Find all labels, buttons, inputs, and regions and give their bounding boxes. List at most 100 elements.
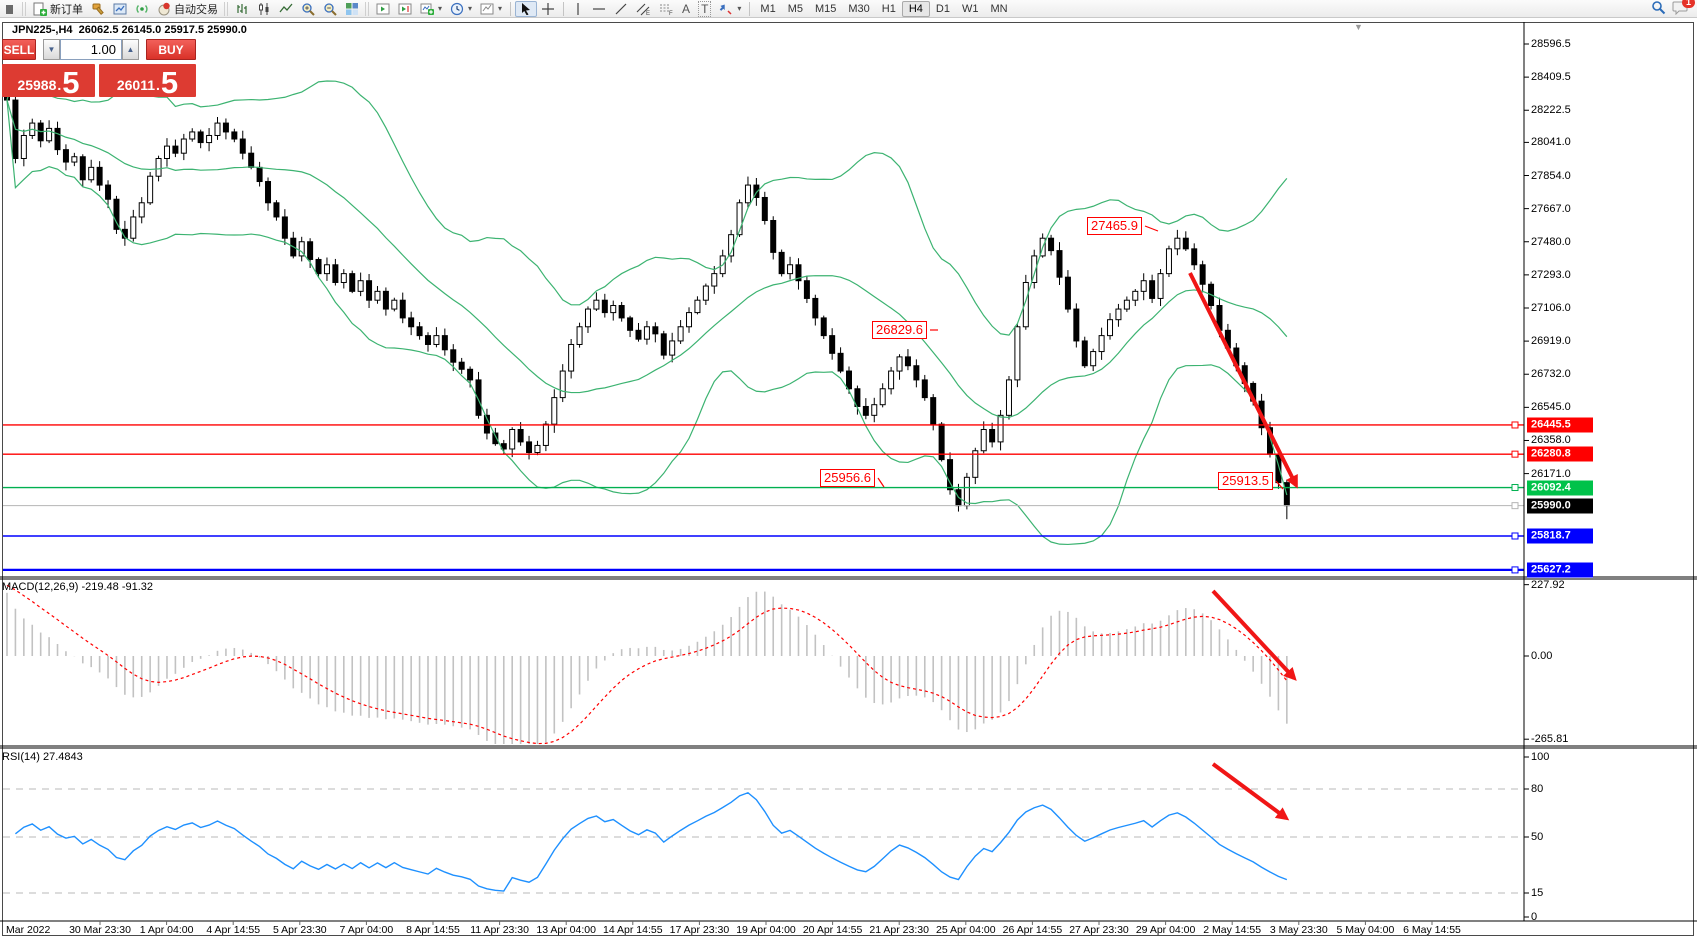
candle-body — [1099, 336, 1104, 352]
candle-body — [1015, 327, 1020, 380]
candle-body — [434, 336, 439, 345]
price-annotation-25956.6[interactable]: 25956.6 — [820, 469, 875, 487]
time-axis-label: 14 Apr 14:55 — [603, 924, 663, 936]
candle-body — [788, 265, 793, 274]
candle-body — [779, 252, 784, 273]
time-axis-label: 6 May 14:55 — [1403, 924, 1461, 936]
candle-body — [931, 398, 936, 425]
candle-body — [695, 300, 700, 312]
candle-body — [872, 405, 877, 416]
candle-body — [619, 306, 624, 318]
candle-body — [274, 203, 279, 217]
price-line-anchor — [1512, 422, 1518, 428]
candle-body — [207, 135, 212, 142]
candle-body — [510, 429, 515, 448]
candle-body — [190, 132, 195, 139]
candle-body — [21, 135, 26, 158]
price-annotation-25913.5[interactable]: 25913.5 — [1218, 472, 1273, 490]
sell-button[interactable]: SELL — [2, 39, 36, 60]
rsi-pane[interactable] — [3, 789, 1524, 893]
chart-scroll-marker-icon[interactable]: ▼ — [1354, 22, 1363, 32]
candle-body — [889, 371, 894, 389]
macd-axis-label: 0.00 — [1531, 650, 1552, 662]
sell-price-frac: 5 — [62, 70, 79, 95]
price-axis-label: 26171.0 — [1531, 468, 1571, 480]
candle-body — [577, 327, 582, 345]
candle-body — [173, 146, 178, 153]
candle-body — [518, 429, 523, 441]
price-axis-label: 28222.5 — [1531, 104, 1571, 116]
candle-body — [1006, 380, 1011, 415]
candle-body — [914, 366, 919, 380]
rsi-axis-label: 15 — [1531, 887, 1543, 899]
candle-body — [745, 185, 750, 203]
rsi-line — [15, 793, 1286, 891]
candle-body — [560, 371, 565, 398]
time-axis-label: 13 Apr 04:00 — [536, 924, 596, 936]
candle-body — [1082, 341, 1087, 366]
candle-body — [383, 291, 388, 309]
candle-body — [181, 139, 186, 153]
candle-body — [585, 309, 590, 327]
candle-body — [687, 313, 692, 327]
candle-body — [1166, 249, 1171, 274]
trend-arrow-0[interactable] — [1190, 273, 1296, 485]
candle-body — [1124, 300, 1129, 309]
price-badge-26280.8: 26280.8 — [1527, 447, 1593, 462]
time-axis-label: 1 Apr 04:00 — [140, 924, 194, 936]
buy-price-tile[interactable]: 26011 . 5 — [99, 64, 196, 97]
candle-body — [324, 265, 329, 274]
candle-body — [1175, 238, 1180, 249]
candle-body — [552, 398, 557, 425]
sell-price-tile[interactable]: 25988 . 5 — [2, 64, 95, 97]
candle-body — [1183, 238, 1188, 249]
candle-body — [282, 217, 287, 238]
candle-body — [400, 300, 405, 318]
candle-body — [375, 291, 380, 300]
candle-body — [905, 357, 910, 366]
candle-body — [1133, 291, 1138, 300]
candle-body — [341, 274, 346, 283]
volume-increase-button[interactable]: ▲ — [122, 39, 139, 60]
price-line-anchor — [1512, 503, 1518, 509]
candle-body — [459, 362, 464, 369]
buy-price-int: 26011 — [117, 78, 155, 92]
buy-price-frac: 5 — [161, 70, 178, 95]
price-line-anchor — [1512, 533, 1518, 539]
buy-button[interactable]: BUY — [146, 39, 196, 60]
volume-decrease-button[interactable]: ▼ — [43, 39, 60, 60]
candle-body — [990, 429, 995, 441]
time-axis-label: 30 Mar 23:30 — [69, 924, 131, 936]
rsi-value: 27.4843 — [43, 751, 83, 763]
time-axis-label: 7 Apr 04:00 — [340, 924, 394, 936]
candle-body — [308, 242, 313, 260]
candle-body — [670, 341, 675, 355]
price-line-anchor — [1512, 567, 1518, 573]
price-annotation-27465.9[interactable]: 27465.9 — [1087, 217, 1142, 235]
volume-input[interactable]: 1.00 — [60, 39, 122, 60]
candle-body — [535, 445, 540, 452]
candle-body — [215, 123, 220, 135]
price-axis-label: 27480.0 — [1531, 236, 1571, 248]
rsi-indicator-label: RSI(14) 27.4843 — [2, 751, 83, 763]
candle-body — [139, 203, 144, 217]
candle-body — [63, 150, 68, 162]
candle-body — [1116, 309, 1121, 320]
main-pane[interactable] — [5, 71, 1290, 545]
candle-body — [1108, 320, 1113, 336]
candle-body — [703, 286, 708, 300]
price-annotation-26829.6[interactable]: 26829.6 — [872, 321, 927, 339]
candle-body — [771, 220, 776, 252]
candle-body — [569, 344, 574, 371]
candle-body — [611, 306, 616, 313]
trend-arrow-2[interactable] — [1213, 764, 1286, 818]
macd-indicator-label: MACD(12,26,9) -219.48 -91.32 — [2, 581, 153, 593]
symbol-name: JPN225-,H4 — [12, 24, 73, 36]
time-axis-label: 19 Apr 04:00 — [736, 924, 796, 936]
annotation-connector-0 — [1145, 226, 1158, 231]
price-axis-label: 27667.0 — [1531, 203, 1571, 215]
macd-pane[interactable] — [7, 585, 1287, 744]
rsi-axis-label: 50 — [1531, 831, 1543, 843]
macd-axis-label: 227.92 — [1531, 579, 1565, 591]
macd-signal-line — [7, 585, 1287, 743]
